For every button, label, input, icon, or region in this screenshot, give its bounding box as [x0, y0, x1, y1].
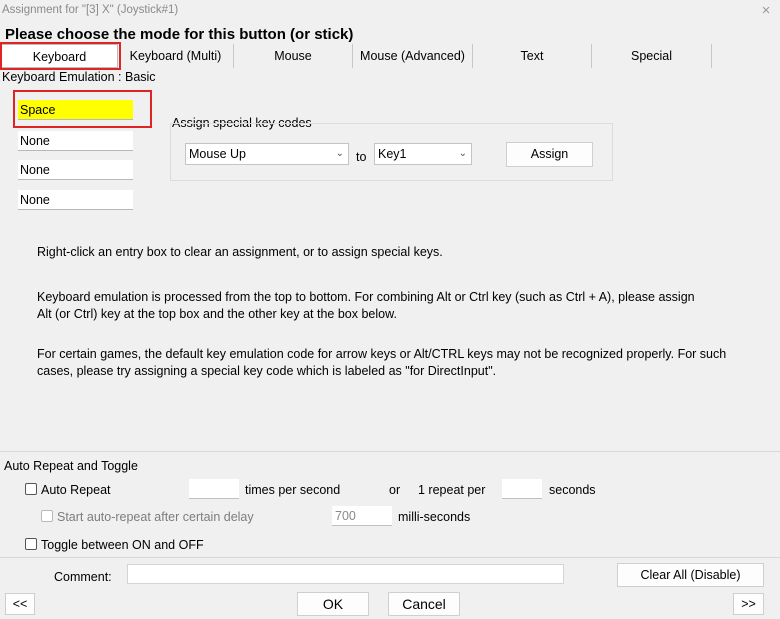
help-line: cases, please try assigning a special ke… — [37, 364, 497, 378]
key-entry-4[interactable]: None — [18, 190, 133, 210]
close-icon[interactable]: × — [757, 2, 775, 20]
delay-label: Start auto-repeat after certain delay — [57, 510, 254, 524]
tab-mouse-advanced[interactable]: Mouse (Advanced) — [353, 44, 473, 68]
to-label: to — [356, 150, 367, 164]
repeat-per-label: 1 repeat per — [418, 483, 486, 497]
delay-unit-label: milli-seconds — [398, 510, 471, 524]
key-entry-2[interactable]: None — [18, 131, 133, 151]
window-title: Assignment for "[3] X" (Joystick#1) — [2, 4, 179, 16]
title-bar: Assignment for "[3] X" (Joystick#1) × — [0, 0, 780, 22]
special-key-to-value: Key1 — [378, 147, 407, 161]
toggle-label: Toggle between ON and OFF — [41, 538, 204, 552]
active-tab-highlight — [0, 42, 121, 70]
help-line: For certain games, the default key emula… — [37, 347, 727, 361]
previous-button[interactable]: << — [5, 593, 35, 615]
cancel-button[interactable]: Cancel — [388, 592, 460, 616]
times-per-second-label: times per second — [245, 483, 341, 497]
auto-repeat-label: Auto Repeat — [41, 483, 111, 497]
seconds-input[interactable] — [502, 479, 542, 499]
tab-mouse[interactable]: Mouse — [234, 44, 353, 68]
comment-label: Comment: — [54, 570, 112, 584]
divider — [0, 557, 780, 558]
delay-checkbox[interactable] — [41, 510, 53, 522]
comment-input[interactable] — [127, 564, 564, 584]
help-line: Alt (or Ctrl) key at the top box and the… — [37, 307, 397, 321]
divider — [0, 451, 780, 452]
page-heading: Please choose the mode for this button (… — [5, 26, 354, 43]
clear-all-button[interactable]: Clear All (Disable) — [617, 563, 764, 587]
next-button[interactable]: >> — [733, 593, 764, 615]
help-paragraph-3: For certain games, the default key emula… — [37, 346, 757, 380]
key-entry-highlight — [13, 90, 152, 128]
tab-keyboard-multi[interactable]: Keyboard (Multi) — [118, 44, 234, 68]
chevron-down-icon: ⌄ — [335, 148, 344, 159]
chevron-down-icon: ⌄ — [458, 148, 467, 159]
help-line: Keyboard emulation is processed from the… — [37, 290, 695, 304]
tab-special[interactable]: Special — [592, 44, 712, 68]
assign-button[interactable]: Assign — [506, 142, 593, 167]
tab-text[interactable]: Text — [473, 44, 592, 68]
special-key-from-value: Mouse Up — [189, 147, 246, 161]
special-key-to-select[interactable]: Key1 ⌄ — [374, 143, 472, 165]
times-per-second-input[interactable] — [189, 479, 239, 499]
auto-repeat-checkbox[interactable] — [25, 483, 37, 495]
help-line: Right-click an entry box to clear an ass… — [37, 245, 443, 259]
special-key-from-select[interactable]: Mouse Up ⌄ — [185, 143, 349, 165]
key-entry-3[interactable]: None — [18, 160, 133, 180]
emulation-mode-label: Keyboard Emulation : Basic — [2, 70, 156, 84]
ok-button[interactable]: OK — [297, 592, 369, 616]
help-paragraph-2: Keyboard emulation is processed from the… — [37, 289, 757, 323]
auto-repeat-section-label: Auto Repeat and Toggle — [4, 459, 138, 473]
or-label: or — [389, 483, 401, 497]
seconds-label: seconds — [549, 483, 596, 497]
help-paragraph-1: Right-click an entry box to clear an ass… — [37, 244, 757, 261]
delay-input[interactable]: 700 — [332, 506, 392, 526]
toggle-checkbox[interactable] — [25, 538, 37, 550]
